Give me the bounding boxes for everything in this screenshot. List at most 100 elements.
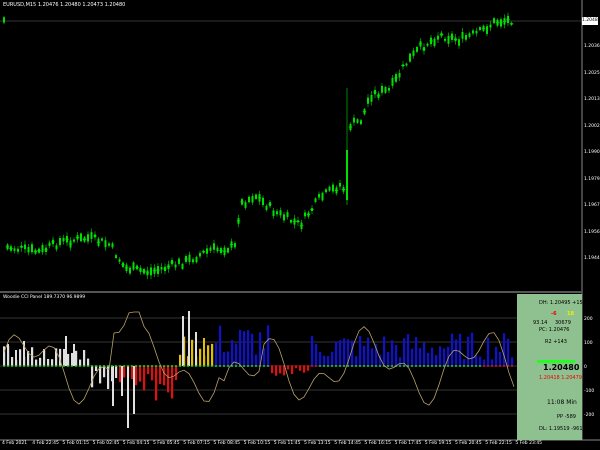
candle-body: [279, 210, 282, 216]
candle-body: [209, 247, 212, 251]
cci-histogram-bar: [155, 366, 158, 401]
cci-histogram-bar: [167, 366, 170, 393]
cci-histogram-bar: [151, 366, 154, 381]
cci-histogram-bar: [331, 351, 334, 366]
panel-pp: PP -589: [557, 414, 576, 420]
cci-histogram-bar: [439, 346, 442, 366]
candle-body: [398, 73, 401, 78]
cci-histogram-bar: [311, 335, 314, 366]
time-tick: 4 Feb 2021: [2, 441, 28, 446]
cci-zero-dot: [351, 365, 353, 367]
candle-body: [339, 182, 341, 187]
cci-histogram-bar: [219, 325, 222, 366]
cci-zero-dot: [423, 365, 425, 367]
cci-histogram-bar: [65, 336, 67, 366]
cci-zero-dot: [487, 365, 489, 367]
cci-zero-dot: [235, 365, 237, 367]
cci-zero-dot: [335, 365, 337, 367]
cci-histogram-bar: [291, 366, 294, 375]
cci-histogram-bar: [73, 344, 75, 366]
cci-zero-dot: [203, 365, 205, 367]
cci-zero-dot: [191, 365, 193, 367]
candle-body: [353, 117, 355, 123]
cci-zero-dot: [255, 365, 257, 367]
candle-body: [493, 18, 495, 24]
cci-zero-dot: [195, 365, 197, 367]
cci-zero-dot: [275, 365, 277, 367]
cci-zero-dot: [471, 365, 473, 367]
cci-zero-dot: [175, 365, 177, 367]
cci-histogram-bar: [479, 356, 482, 366]
cci-level-label: -100: [584, 388, 594, 394]
price-tick: 1.20135: [584, 97, 600, 102]
cci-zero-dot: [435, 365, 437, 367]
cci-zero-dot: [491, 365, 493, 367]
cci-zero-dot: [343, 365, 345, 367]
cci-zero-dot: [459, 365, 461, 367]
price-tick: 1.19675: [584, 203, 600, 208]
cci-histogram-bar: [255, 354, 258, 366]
cci-histogram-bar: [491, 359, 494, 366]
cci-zero-dot: [279, 365, 281, 367]
candle-body: [129, 267, 131, 274]
cci-histogram-bar: [7, 344, 9, 366]
cci-histogram-bar: [267, 325, 270, 366]
candle-body: [370, 94, 373, 102]
cci-zero-dot: [187, 365, 189, 367]
cci-zero-dot: [371, 365, 373, 367]
cci-zero-dot: [31, 365, 33, 367]
candle-body: [192, 259, 194, 263]
time-tick: 4 Feb 22:45: [32, 441, 59, 446]
cci-zero-dot: [99, 365, 101, 367]
price-chart[interactable]: 200 100 0 -100 -200: [0, 0, 600, 450]
cci-zero-dot: [39, 365, 41, 367]
cci-zero-dot: [415, 365, 417, 367]
candle-body: [234, 243, 236, 248]
cci-histogram-bar: [343, 338, 346, 366]
cci-histogram-bar: [303, 366, 306, 373]
candle-body: [108, 243, 110, 246]
candle-body: [367, 97, 369, 104]
cci-zero-dot: [115, 365, 117, 367]
cci-zero-dot: [359, 365, 361, 367]
candle-body: [332, 184, 334, 192]
time-tick: 5 Feb 20:45: [455, 441, 482, 446]
candle-body: [472, 30, 474, 34]
cci-histogram-bar: [91, 366, 94, 388]
cci-histogram-bar: [115, 366, 118, 379]
cci-histogram-bar: [463, 359, 466, 366]
cci-histogram-bar: [407, 334, 410, 366]
candle-body: [283, 214, 285, 221]
candle-body: [174, 264, 177, 268]
cci-zero-dot: [27, 365, 29, 367]
indicator-title: Woodie CCI Panel 189.7370 96.9899: [3, 295, 86, 300]
cci-zero-dot: [79, 365, 81, 367]
cci-histogram-bar: [15, 350, 17, 366]
price-tick: 1.19790: [584, 176, 600, 182]
cci-histogram-bar: [175, 366, 178, 381]
cci-histogram-bar: [395, 344, 398, 366]
cci-zero-dot: [119, 365, 121, 367]
cci-zero-dot: [35, 365, 37, 367]
cci-histogram-bar: [359, 336, 362, 366]
cci-histogram-bar: [455, 339, 458, 366]
cci-histogram-bar: [431, 347, 434, 366]
cci-histogram-bar: [119, 366, 122, 383]
subwindow-divider[interactable]: [0, 291, 582, 293]
cci-zero-dot: [291, 365, 293, 367]
candle-body: [195, 256, 198, 263]
cci-histogram-bar: [507, 338, 510, 366]
candle-body: [314, 198, 317, 202]
cci-zero-dot: [3, 365, 5, 367]
time-tick: 5 Feb 23:45: [515, 441, 543, 446]
candle-body: [489, 24, 492, 28]
cci-zero-dot: [439, 365, 441, 367]
cci-histogram-bar: [279, 366, 282, 374]
time-tick: 5 Feb 10:15: [243, 441, 271, 446]
candle-body: [3, 17, 5, 23]
cci-histogram-bar: [143, 366, 146, 391]
cci-histogram-bar: [83, 350, 86, 366]
candle-body: [101, 238, 103, 241]
candle-body: [104, 240, 107, 248]
cci-zero-dot: [91, 365, 93, 367]
